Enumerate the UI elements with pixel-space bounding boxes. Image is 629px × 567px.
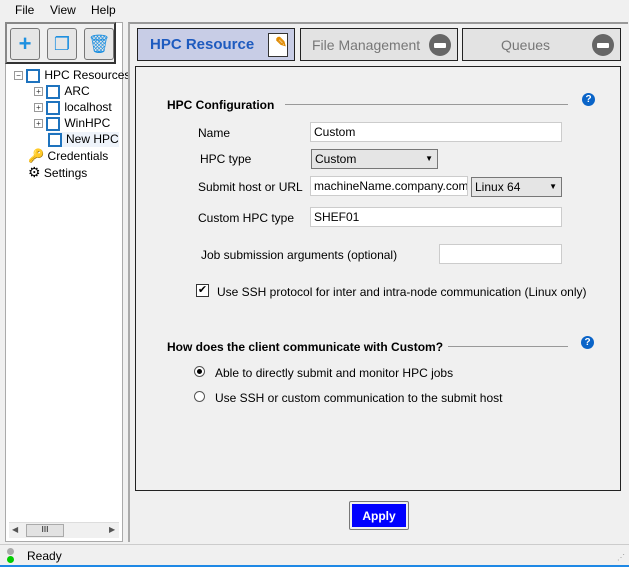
section-title-config: HPC Configuration [167, 98, 275, 112]
network-icon [48, 132, 62, 147]
name-label: Name [198, 126, 231, 140]
copy-icon: ❐ [53, 33, 71, 54]
tree-item-new-hpc[interactable]: New HPC [48, 132, 119, 147]
tab-file-management[interactable]: File Management [300, 28, 458, 61]
tab-queues[interactable]: Queues [462, 28, 621, 61]
status-bar: Ready ⋰ [0, 544, 629, 565]
hpc-type-label: HPC type [200, 152, 252, 166]
tree-item-localhost[interactable]: + localhost [34, 100, 112, 115]
network-icon [46, 116, 61, 131]
network-icon [46, 100, 61, 115]
trash-icon: 🗑 [87, 33, 111, 54]
toolbar: + ❐ 🗑 [5, 22, 116, 64]
delete-button[interactable]: 🗑 [84, 28, 114, 60]
status-light-icon [7, 548, 14, 555]
tree-item-credentials[interactable]: 🔑 Credentials [28, 148, 108, 164]
ssh-checkbox-label: Use SSH protocol for inter and intra-nod… [217, 285, 587, 299]
submit-host-label: Submit host or URL [198, 180, 303, 194]
divider [448, 346, 568, 347]
folder-network-icon [26, 68, 41, 83]
disabled-icon [429, 34, 451, 56]
menu-file[interactable]: File [15, 3, 34, 17]
tab-hpc-resource[interactable]: HPC Resource ✎ [137, 28, 295, 61]
divider [285, 104, 568, 105]
hpc-type-select[interactable]: Custom [311, 149, 438, 169]
copy-button[interactable]: ❐ [47, 28, 77, 60]
network-icon [46, 84, 61, 99]
status-text: Ready [27, 549, 62, 563]
help-icon[interactable]: ? [581, 336, 594, 349]
radio-direct[interactable] [194, 366, 205, 377]
custom-type-input[interactable] [310, 207, 562, 227]
help-icon[interactable]: ? [582, 93, 595, 106]
custom-type-label: Custom HPC type [198, 211, 295, 225]
ssh-checkbox[interactable]: ✔ [196, 284, 209, 297]
name-input[interactable] [310, 122, 562, 142]
tree-root[interactable]: − HPC Resources [14, 68, 130, 83]
job-args-label: Job submission arguments (optional) [201, 248, 398, 262]
apply-button[interactable]: Apply [349, 501, 409, 530]
radio-ssh-label: Use SSH or custom communication to the s… [215, 391, 503, 405]
job-args-input[interactable] [439, 244, 562, 264]
disabled-icon [592, 34, 614, 56]
section-title-communication: How does the client communicate with Cus… [167, 340, 444, 354]
os-select[interactable]: Linux 64 [471, 177, 562, 197]
resize-grip-icon[interactable]: ⋰ [617, 553, 625, 562]
tree-item-arc[interactable]: + ARC [34, 84, 90, 99]
edit-document-icon: ✎ [268, 33, 288, 57]
menu-help[interactable]: Help [91, 3, 116, 17]
tree-item-winhpc[interactable]: + WinHPC [34, 116, 110, 131]
submit-host-input[interactable] [310, 176, 468, 196]
credentials-icon: 🔑 [28, 148, 45, 163]
radio-direct-label: Able to directly submit and monitor HPC … [215, 366, 454, 380]
add-button[interactable]: + [10, 28, 40, 60]
menu-view[interactable]: View [50, 3, 76, 17]
gear-icon: ⚙ [28, 164, 41, 180]
horizontal-scrollbar[interactable]: ◀ III ▶ [9, 522, 119, 538]
radio-ssh[interactable] [194, 391, 205, 402]
tree-item-settings[interactable]: ⚙ Settings [28, 164, 87, 181]
add-icon: + [18, 31, 32, 56]
